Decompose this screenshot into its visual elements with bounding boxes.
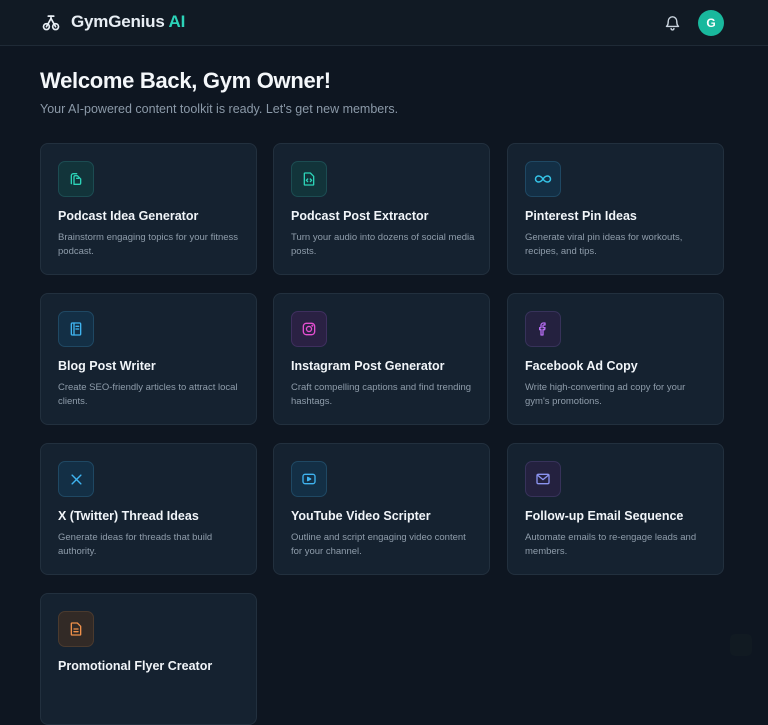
- icon-box: [58, 461, 94, 497]
- facebook-icon: [539, 322, 546, 336]
- tool-description: Turn your audio into dozens of social me…: [291, 232, 475, 257]
- tool-description: Write high-converting ad copy for your g…: [525, 382, 686, 407]
- video-icon: [302, 473, 316, 485]
- tool-description: Generate viral pin ideas for workouts, r…: [525, 232, 683, 257]
- tool-description: Create SEO-friendly articles to attract …: [58, 382, 238, 407]
- tool-card-facebook-ad-copy[interactable]: Facebook Ad Copy Write high-converting a…: [507, 293, 724, 425]
- icon-box: [58, 311, 94, 347]
- tool-card-podcast-idea-generator[interactable]: Podcast Idea Generator Brainstorm engagi…: [40, 143, 257, 275]
- tool-title: YouTube Video Scripter: [291, 509, 431, 523]
- podcast-idea-icon: [70, 173, 82, 185]
- tool-card-podcast-post-extractor[interactable]: Podcast Post Extractor Turn your audio i…: [273, 143, 490, 275]
- tool-title: Podcast Post Extractor: [291, 209, 429, 223]
- tool-title: Blog Post Writer: [58, 359, 156, 373]
- page-subtitle: Your AI-powered content toolkit is ready…: [40, 102, 399, 116]
- tool-card-x-twitter-thread-ideas[interactable]: X (Twitter) Thread Ideas Generate ideas …: [40, 443, 257, 575]
- top-bar: GymGenius AI G: [0, 0, 768, 46]
- brand-name[interactable]: GymGenius AI: [71, 12, 185, 32]
- icon-box: [291, 461, 327, 497]
- tool-card-blog-post-writer[interactable]: Blog Post Writer Create SEO-friendly art…: [40, 293, 257, 425]
- icon-box: [291, 311, 327, 347]
- file-code-icon: [303, 172, 315, 186]
- icon-box: [58, 161, 94, 197]
- tool-card-instagram-post-generator[interactable]: Instagram Post Generator Craft compellin…: [273, 293, 490, 425]
- floating-corner-button[interactable]: [730, 634, 752, 656]
- icon-box: [525, 161, 561, 197]
- tool-title: Podcast Idea Generator: [58, 209, 199, 223]
- tool-title: X (Twitter) Thread Ideas: [58, 509, 199, 523]
- tool-card-youtube-video-scripter[interactable]: YouTube Video Scripter Outline and scrip…: [273, 443, 490, 575]
- tool-title: Follow-up Email Sequence: [525, 509, 684, 523]
- brand-suffix: AI: [168, 12, 186, 31]
- infinity-icon: [534, 175, 552, 183]
- tool-title: Promotional Flyer Creator: [58, 659, 213, 673]
- tool-description: Automate emails to re-engage leads and m…: [525, 532, 697, 557]
- x-icon: [70, 473, 82, 485]
- brand-main: GymGenius: [71, 12, 165, 31]
- tool-description: Generate ideas for threads that build au…: [58, 532, 213, 557]
- tool-description: Brainstorm engaging topics for your fitn…: [58, 232, 239, 257]
- icon-box: [525, 461, 561, 497]
- bell-icon[interactable]: [664, 14, 681, 31]
- avatar[interactable]: G: [698, 10, 724, 36]
- tool-title: Instagram Post Generator: [291, 359, 445, 373]
- icon-box: [525, 311, 561, 347]
- tool-card-promotional-flyer-creator[interactable]: Promotional Flyer Creator: [40, 593, 257, 725]
- barbell-dumbbell-icon: [42, 15, 60, 31]
- book-icon: [70, 322, 82, 336]
- tool-card-pinterest-pin-ideas[interactable]: Pinterest Pin Ideas Generate viral pin i…: [507, 143, 724, 275]
- document-icon: [70, 622, 82, 636]
- tool-description: Outline and script engaging video conten…: [291, 532, 466, 557]
- tool-description: Craft compelling captions and find trend…: [291, 382, 472, 407]
- icon-box: [58, 611, 94, 647]
- tool-card-follow-up-email-sequence[interactable]: Follow-up Email Sequence Automate emails…: [507, 443, 724, 575]
- tool-title: Pinterest Pin Ideas: [525, 209, 637, 223]
- instagram-icon: [302, 322, 316, 336]
- page-title: Welcome Back, Gym Owner!: [40, 68, 331, 93]
- mail-icon: [536, 473, 550, 485]
- icon-box: [291, 161, 327, 197]
- tool-title: Facebook Ad Copy: [525, 359, 638, 373]
